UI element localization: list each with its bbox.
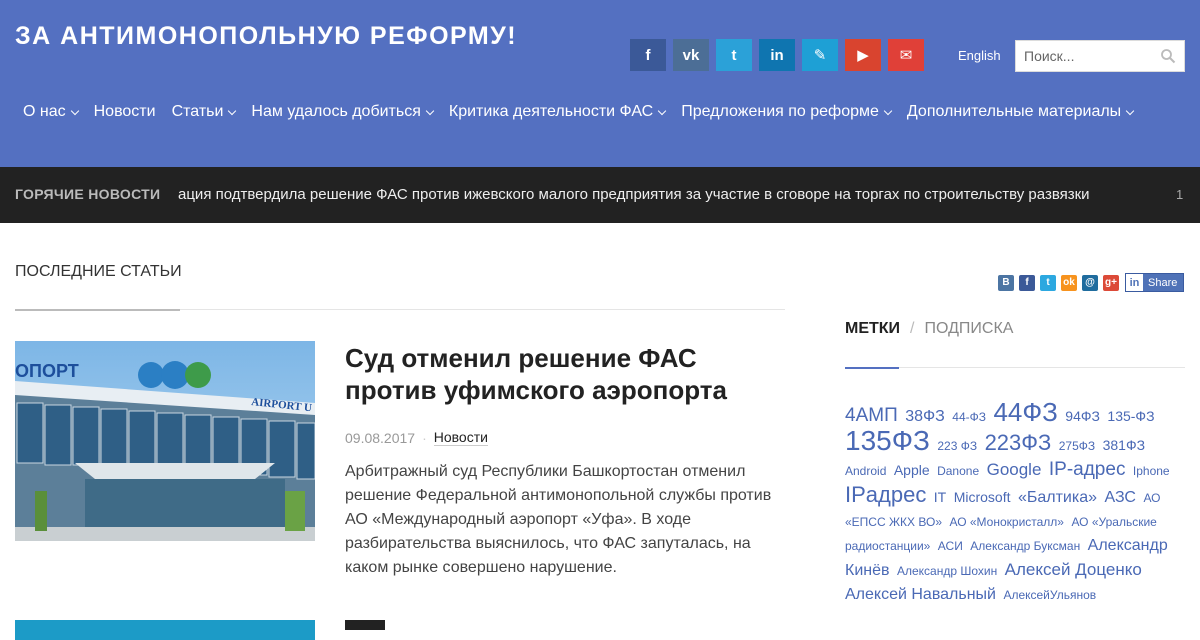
nav-item-label: Предложения по реформе bbox=[681, 103, 879, 120]
search-input[interactable] bbox=[1016, 41, 1156, 71]
article-date: 09.08.2017 bbox=[345, 429, 416, 446]
tag-link[interactable]: IP-адрес bbox=[1049, 459, 1126, 480]
tag-link[interactable]: Александр Буксман bbox=[970, 539, 1080, 553]
nav-item-label: О нас bbox=[23, 103, 66, 120]
tag-link[interactable]: АО «Монокристалл» bbox=[949, 515, 1064, 529]
nav-item-1[interactable]: Новости bbox=[86, 103, 164, 121]
site-header: ЗА АНТИМОНОПОЛЬНУЮ РЕФОРМУ! f vk t in ✎ ▶ ✉ En… bbox=[0, 0, 1200, 167]
tag-link[interactable]: IT bbox=[934, 489, 946, 505]
chevron-down-icon bbox=[70, 106, 79, 115]
tag-link[interactable]: 4АМП bbox=[845, 405, 898, 426]
nav-item-3[interactable]: Нам удалось добиться bbox=[243, 103, 440, 121]
nav-item-label: Нам удалось добиться bbox=[251, 103, 421, 120]
share-googleplus-icon[interactable]: g+ bbox=[1103, 274, 1119, 291]
ticker-headline[interactable]: ация подтвердила решение ФАС против ижев… bbox=[178, 186, 1090, 203]
next-article-thumbnail[interactable] bbox=[15, 620, 315, 640]
ticker-next: 1 bbox=[1176, 187, 1184, 202]
social-links: f vk t in ✎ ▶ ✉ bbox=[630, 39, 931, 71]
tab-subscribe[interactable]: ПОДПИСКА bbox=[925, 320, 1014, 338]
image-sign-left: ОПОРТ bbox=[15, 361, 79, 381]
nav-item-0[interactable]: О нас bbox=[15, 103, 86, 121]
main-nav: О нас Новости Статьи Нам удалось добиться Кр… bbox=[15, 103, 1141, 121]
section-divider-accent bbox=[15, 309, 180, 311]
tag-link[interactable]: Алексей Доценко bbox=[1005, 560, 1142, 579]
tag-link[interactable]: «Балтика» bbox=[1018, 489, 1097, 506]
tag-link[interactable]: Danone bbox=[937, 464, 979, 478]
twitter-icon[interactable]: t bbox=[716, 39, 752, 71]
tag-link[interactable]: 44ФЗ bbox=[993, 397, 1057, 427]
tag-link[interactable]: 135-ФЗ bbox=[1107, 408, 1154, 424]
hot-news-ticker: ГОРЯЧИЕ НОВОСТИ ация подтвердила решение… bbox=[0, 167, 1200, 223]
ticker-label: ГОРЯЧИЕ НОВОСТИ bbox=[15, 186, 161, 202]
tag-cloud: 4АМП 38ФЗ 44-ФЗ 44ФЗ 94ФЗ 135-ФЗ 135ФЗ 2… bbox=[845, 397, 1190, 607]
share-bar: Вf t ok @ g+ in Share bbox=[998, 273, 1185, 292]
article-meta: 09.08.2017 · Новости bbox=[345, 429, 488, 446]
tag-link[interactable]: 275ФЗ bbox=[1059, 439, 1095, 453]
article-title[interactable]: Суд отменил решение ФАС против уфимского… bbox=[345, 342, 765, 406]
chevron-down-icon bbox=[1125, 106, 1135, 115]
tag-link[interactable]: Google bbox=[987, 460, 1042, 479]
meta-separator: · bbox=[422, 429, 427, 446]
nav-item-label: Дополнительные материалы bbox=[906, 103, 1122, 120]
tag-link[interactable]: 94ФЗ bbox=[1065, 408, 1100, 424]
next-article-title[interactable] bbox=[345, 620, 385, 630]
tag-link[interactable]: Iphone bbox=[1133, 464, 1170, 478]
search-box bbox=[1015, 40, 1185, 72]
facebook-icon[interactable]: f bbox=[630, 39, 666, 71]
email-icon[interactable]: ✉ bbox=[888, 39, 924, 71]
nav-item-4[interactable]: Критика деятельности ФАС bbox=[441, 103, 673, 121]
youtube-icon[interactable]: ▶ bbox=[845, 39, 881, 71]
share-vk-icon[interactable]: В bbox=[998, 274, 1014, 291]
tab-tags[interactable]: МЕТКИ bbox=[845, 320, 900, 338]
tag-link[interactable]: 381ФЗ bbox=[1103, 437, 1145, 453]
nav-item-5[interactable]: Предложения по реформе bbox=[673, 103, 899, 121]
share-label: Share bbox=[1148, 276, 1178, 289]
chevron-down-icon bbox=[883, 106, 893, 115]
tag-link[interactable]: 44-ФЗ bbox=[952, 410, 986, 424]
linkedin-icon: in bbox=[1126, 274, 1143, 291]
tag-link[interactable]: Android bbox=[845, 464, 886, 478]
nav-item-2[interactable]: Статьи bbox=[164, 103, 244, 121]
nav-item-label: Критика деятельности ФАС bbox=[448, 103, 654, 120]
chevron-down-icon bbox=[425, 106, 435, 115]
nav-item-6[interactable]: Дополнительные материалы bbox=[899, 103, 1141, 121]
tag-link[interactable]: АЗС bbox=[1104, 489, 1136, 506]
article-thumbnail[interactable]: ОПОРТ AIRPORT U bbox=[15, 341, 315, 541]
tag-link[interactable]: Александр Шохин bbox=[897, 564, 997, 578]
share-mailru-icon[interactable]: @ bbox=[1082, 274, 1098, 291]
tag-link[interactable]: 223ФЗ bbox=[985, 430, 1052, 455]
share-odnoklassniki-icon[interactable]: ok bbox=[1061, 274, 1077, 291]
linkedin-share-button[interactable]: in Share bbox=[1125, 273, 1185, 292]
nav-item-label: Статьи bbox=[171, 103, 224, 120]
nav-item-label: Новости bbox=[93, 103, 156, 120]
tag-link[interactable]: 38ФЗ bbox=[905, 408, 945, 425]
chevron-down-icon bbox=[228, 106, 237, 115]
airport-image: ОПОРТ AIRPORT U bbox=[15, 341, 315, 541]
chevron-down-icon bbox=[657, 106, 667, 115]
article-category[interactable]: Новости bbox=[433, 429, 488, 446]
share-facebook-icon[interactable]: f bbox=[1019, 274, 1035, 291]
sidebar-divider-accent bbox=[845, 367, 899, 369]
section-title: ПОСЛЕДНИЕ СТАТЬИ bbox=[15, 263, 182, 280]
tag-link[interactable]: Алексей Навальный bbox=[845, 586, 996, 603]
linkedin-icon[interactable]: in bbox=[759, 39, 795, 71]
vk-icon[interactable]: vk bbox=[673, 39, 709, 71]
tag-link[interactable]: 135ФЗ bbox=[845, 425, 930, 456]
share-twitter-icon[interactable]: t bbox=[1040, 274, 1056, 291]
tag-link[interactable]: Microsoft bbox=[954, 489, 1011, 505]
article-excerpt: Арбитражный суд Республики Башкортостан … bbox=[345, 463, 772, 576]
search-icon[interactable] bbox=[1160, 48, 1176, 64]
site-title[interactable]: ЗА АНТИМОНОПОЛЬНУЮ РЕФОРМУ! bbox=[15, 22, 517, 51]
tag-link[interactable]: АСИ bbox=[938, 539, 963, 553]
tag-link[interactable]: Apple bbox=[894, 462, 930, 478]
sidebar-tabs: МЕТКИ / ПОДПИСКА bbox=[845, 320, 1013, 338]
tab-separator: / bbox=[910, 320, 915, 337]
livejournal-icon[interactable]: ✎ bbox=[802, 39, 838, 71]
language-link[interactable]: English bbox=[958, 48, 1001, 63]
tag-link[interactable]: 223 ФЗ bbox=[937, 439, 977, 453]
tag-link[interactable]: IPадрес bbox=[845, 482, 926, 507]
tag-link[interactable]: АлексейУльянов bbox=[1003, 588, 1096, 602]
